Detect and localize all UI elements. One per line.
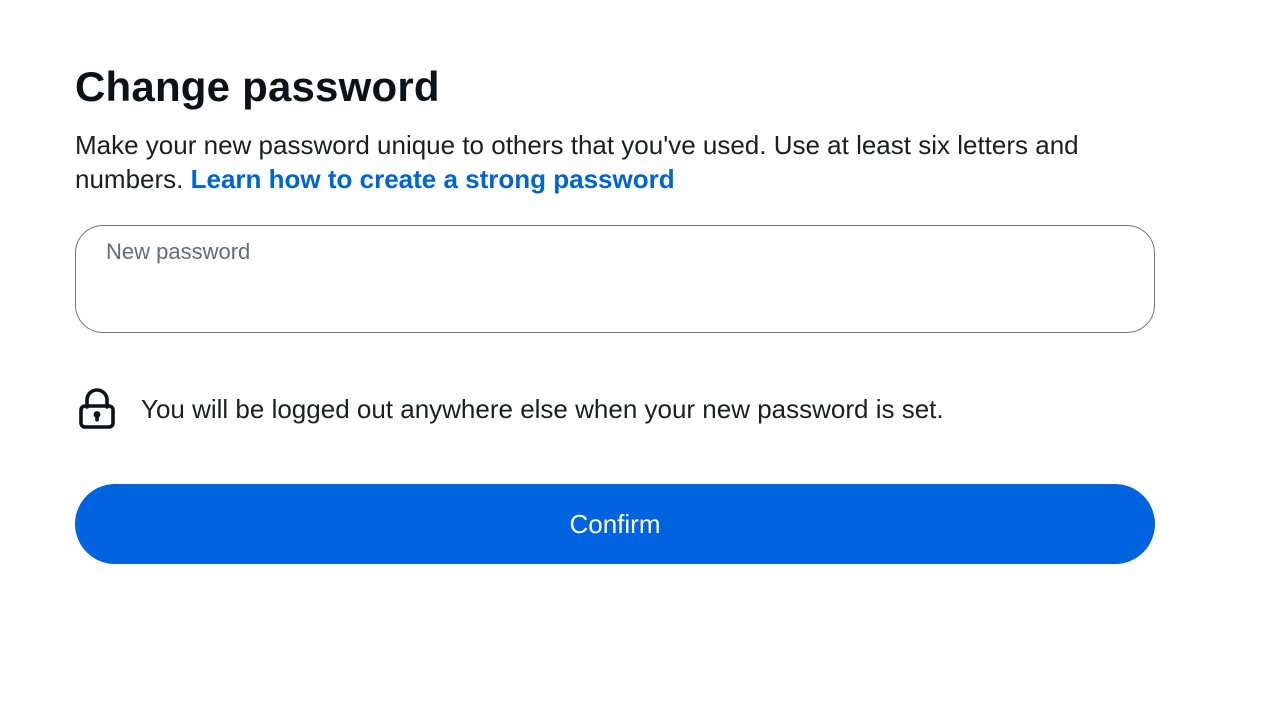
- lock-icon: [78, 388, 116, 430]
- new-password-label: New password: [106, 239, 251, 264]
- confirm-button[interactable]: Confirm: [75, 484, 1155, 564]
- new-password-field[interactable]: New password: [75, 225, 1155, 333]
- page-description: Make your new password unique to others …: [75, 128, 1165, 196]
- logout-notice-text: You will be logged out anywhere else whe…: [141, 394, 944, 424]
- change-password-page: Change password Make your new password u…: [0, 0, 1266, 710]
- logout-notice: You will be logged out anywhere else whe…: [78, 388, 944, 430]
- new-password-input[interactable]: [106, 274, 1126, 314]
- page-title: Change password: [75, 63, 440, 110]
- strong-password-help-link[interactable]: Learn how to create a strong password: [191, 164, 675, 194]
